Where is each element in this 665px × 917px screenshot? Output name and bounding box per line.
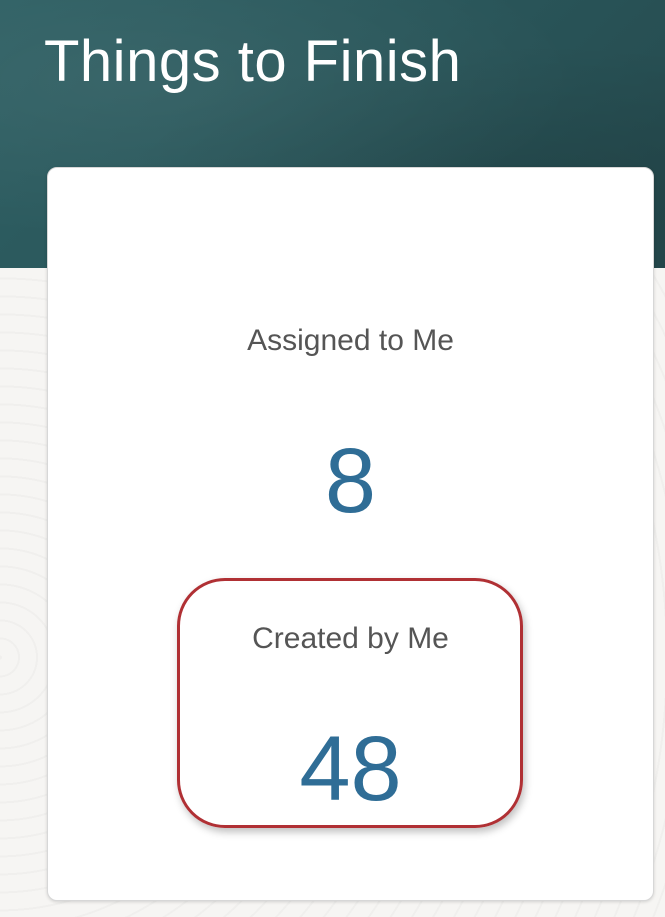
assigned-to-me-metric[interactable]: Assigned to Me 8 <box>48 323 653 531</box>
page-title: Things to Finish <box>44 29 462 94</box>
created-by-me-count[interactable]: 48 <box>48 719 653 819</box>
assigned-to-me-label: Assigned to Me <box>247 324 454 357</box>
created-by-me-metric[interactable]: Created by Me 48 <box>48 621 653 819</box>
created-by-me-label: Created by Me <box>252 622 449 655</box>
assigned-to-me-count[interactable]: 8 <box>48 431 653 531</box>
things-to-finish-card: Assigned to Me 8 Created by Me 48 <box>47 167 654 901</box>
